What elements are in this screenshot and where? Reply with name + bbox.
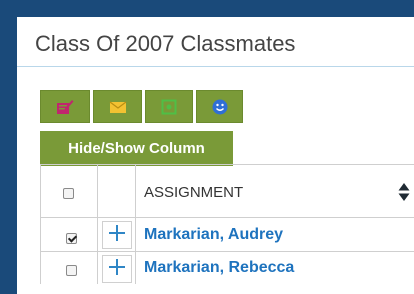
classmate-name-link[interactable]: Markarian, Rebecca (144, 259, 294, 277)
photo-button[interactable] (145, 90, 193, 123)
hide-show-column-button[interactable]: Hide/Show Column (40, 131, 233, 166)
row-checkbox[interactable] (66, 265, 77, 276)
smiley-button[interactable] (196, 90, 243, 123)
note-icon (56, 99, 74, 115)
expand-row-button[interactable] (102, 221, 132, 249)
photo-icon (161, 99, 177, 115)
email-button[interactable] (93, 90, 142, 123)
row-checkbox[interactable] (66, 233, 77, 244)
col-divider-2 (135, 164, 136, 284)
plus-icon (109, 224, 125, 246)
col-divider-1 (97, 164, 98, 284)
select-all-checkbox[interactable] (63, 188, 74, 199)
sort-icon[interactable] (398, 182, 410, 202)
row-divider (40, 251, 414, 252)
title-divider (17, 66, 414, 67)
main-panel: Class Of 2007 Classmates Hide/Show Colum… (17, 17, 414, 294)
smiley-icon (212, 99, 228, 115)
table-left-border (40, 164, 41, 284)
page-title: Class Of 2007 Classmates (35, 31, 296, 56)
header-row-border (40, 217, 414, 218)
expand-row-button[interactable] (102, 255, 132, 283)
assignment-column-header[interactable]: ASSIGNMENT (144, 184, 243, 201)
envelope-icon (109, 100, 127, 114)
plus-icon (109, 258, 125, 280)
classmate-name-link[interactable]: Markarian, Audrey (144, 226, 283, 244)
note-button[interactable] (40, 90, 90, 123)
